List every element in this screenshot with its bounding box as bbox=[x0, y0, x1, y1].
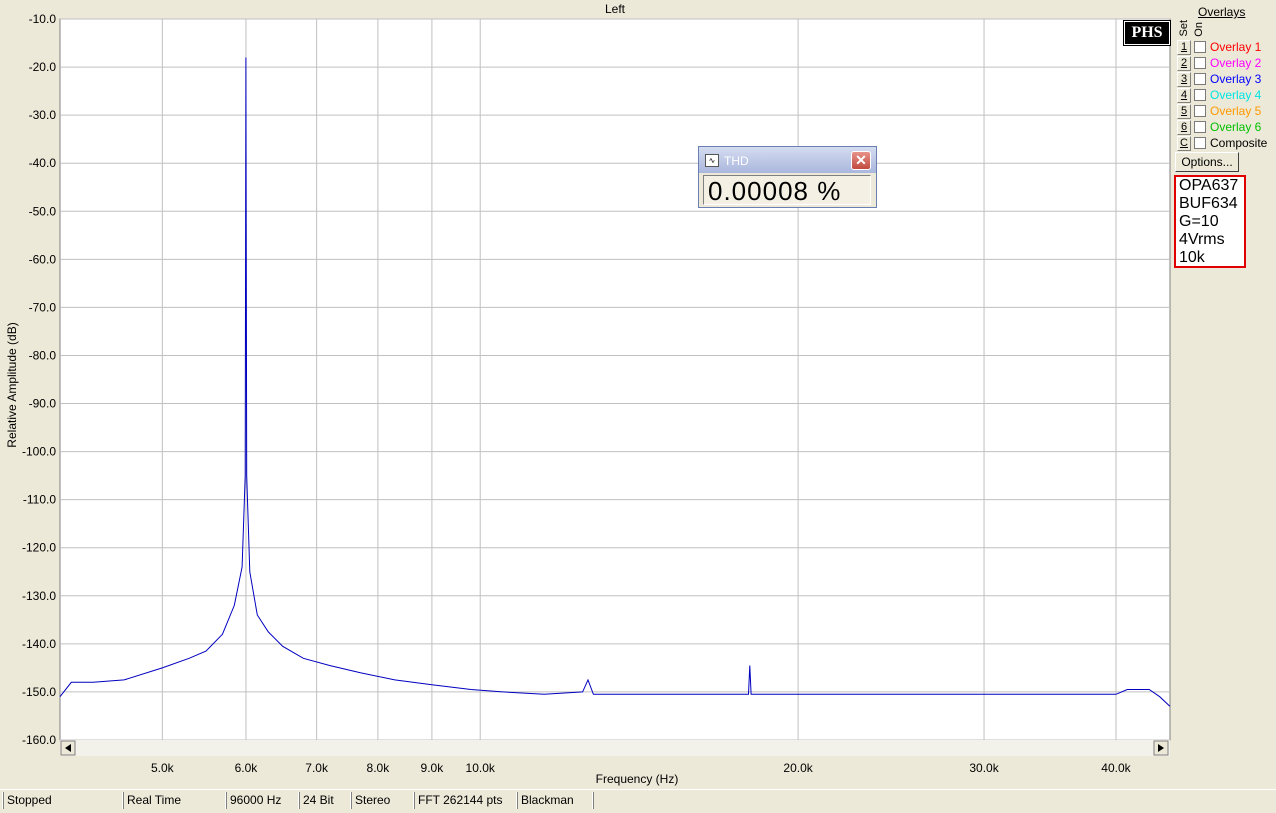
y-tick-label: -30.0 bbox=[29, 108, 57, 122]
overlay-on-checkbox[interactable] bbox=[1194, 41, 1206, 53]
overlay-set-button[interactable]: 5 bbox=[1177, 104, 1191, 119]
y-tick-label: -150.0 bbox=[22, 685, 56, 699]
y-tick-label: -110.0 bbox=[23, 493, 56, 507]
x-tick-label: 10.0k bbox=[466, 761, 496, 775]
y-tick-label: -120.0 bbox=[22, 541, 56, 555]
y-tick-label: -80.0 bbox=[29, 348, 57, 362]
status-bar: Stopped Real Time 96000 Hz 24 Bit Stereo… bbox=[0, 789, 1276, 813]
thd-titlebar[interactable]: ∿ THD ✕ bbox=[699, 147, 876, 173]
overlays-title: Overlays bbox=[1198, 5, 1246, 19]
overlay-on-checkbox[interactable] bbox=[1194, 105, 1206, 117]
overlay-on-checkbox[interactable] bbox=[1194, 89, 1206, 101]
chart-title: Left bbox=[605, 2, 626, 16]
overlay-label[interactable]: Overlay 2 bbox=[1210, 56, 1261, 70]
status-mode: Real Time bbox=[122, 792, 225, 809]
y-tick-label: -90.0 bbox=[29, 397, 57, 411]
status-fft-size: FFT 262144 pts bbox=[413, 792, 516, 809]
overlay-on-checkbox[interactable] bbox=[1194, 121, 1206, 133]
notes-box[interactable]: OPA637 BUF634 G=10 4Vrms 10k bbox=[1174, 175, 1246, 268]
y-tick-label: -70.0 bbox=[29, 300, 57, 314]
options-button[interactable]: Options... bbox=[1175, 152, 1239, 172]
x-tick-label: 40.0k bbox=[1101, 761, 1131, 775]
overlay-set-button[interactable]: 1 bbox=[1177, 40, 1191, 55]
notes-line: 4Vrms bbox=[1179, 231, 1225, 248]
status-empty bbox=[592, 792, 1274, 809]
notes-line: G=10 bbox=[1179, 213, 1219, 230]
overlay-set-button[interactable]: 6 bbox=[1177, 120, 1191, 135]
y-tick-label: -130.0 bbox=[22, 589, 56, 603]
status-sample-rate: 96000 Hz bbox=[225, 792, 298, 809]
x-tick-label: 9.0k bbox=[421, 761, 445, 775]
overlay-on-checkbox[interactable] bbox=[1194, 137, 1206, 149]
overlay-label[interactable]: Overlay 6 bbox=[1210, 120, 1261, 134]
x-tick-label: 8.0k bbox=[367, 761, 391, 775]
scrollbar-track[interactable] bbox=[60, 740, 1170, 756]
on-column-header: On bbox=[1193, 22, 1205, 37]
x-tick-label: 20.0k bbox=[783, 761, 813, 775]
status-channels: Stereo bbox=[350, 792, 413, 809]
x-axis-label: Frequency (Hz) bbox=[596, 772, 679, 786]
thd-value: 0.00008 % bbox=[703, 175, 871, 206]
set-column-header: Set bbox=[1178, 20, 1190, 37]
x-tick-label: 7.0k bbox=[305, 761, 329, 775]
overlay-label[interactable]: Overlay 1 bbox=[1210, 40, 1261, 54]
y-tick-label: -100.0 bbox=[22, 445, 56, 459]
plot-area[interactable] bbox=[59, 18, 1171, 741]
overlay-label[interactable]: Overlay 4 bbox=[1210, 88, 1261, 102]
y-tick-label: -50.0 bbox=[29, 204, 57, 218]
overlay-set-button[interactable]: 3 bbox=[1177, 72, 1191, 87]
spectrum-chart[interactable]: -10.0 -20.0 -30.0 -40.0 -50.0 -60.0 -70.0 -80.0… bbox=[0, 0, 1276, 790]
notes-line: 10k bbox=[1179, 249, 1205, 266]
status-bit-depth: 24 Bit bbox=[298, 792, 350, 809]
phs-logo: PHS bbox=[1123, 20, 1171, 46]
notes-line: OPA637 bbox=[1179, 177, 1239, 194]
notes-line: BUF634 bbox=[1179, 195, 1238, 212]
overlay-label[interactable]: Overlay 3 bbox=[1210, 72, 1261, 86]
status-window: Blackman bbox=[516, 792, 592, 809]
overlay-on-checkbox[interactable] bbox=[1194, 57, 1206, 69]
status-run-state: Stopped bbox=[2, 792, 122, 809]
overlay-label[interactable]: Composite bbox=[1210, 136, 1267, 150]
overlay-set-button[interactable]: 2 bbox=[1177, 56, 1191, 71]
y-tick-label: -140.0 bbox=[22, 637, 56, 651]
y-tick-label: -40.0 bbox=[29, 156, 57, 170]
waveform-icon: ∿ bbox=[705, 154, 719, 167]
x-tick-label: 30.0k bbox=[969, 761, 999, 775]
x-tick-label: 6.0k bbox=[235, 761, 259, 775]
y-tick-label: -10.0 bbox=[29, 12, 57, 26]
y-tick-label: -160.0 bbox=[22, 733, 56, 747]
overlay-set-button[interactable]: 4 bbox=[1177, 88, 1191, 103]
y-axis-label: Relative Amplitude (dB) bbox=[5, 322, 19, 447]
overlay-on-checkbox[interactable] bbox=[1194, 73, 1206, 85]
close-icon[interactable]: ✕ bbox=[851, 151, 871, 170]
overlay-set-button[interactable]: C bbox=[1177, 136, 1191, 151]
y-tick-label: -60.0 bbox=[29, 252, 57, 266]
thd-title: THD bbox=[724, 154, 749, 168]
overlay-label[interactable]: Overlay 5 bbox=[1210, 104, 1261, 118]
x-tick-label: 5.0k bbox=[151, 761, 175, 775]
y-tick-label: -20.0 bbox=[29, 60, 57, 74]
thd-window[interactable]: ∿ THD ✕ 0.00008 % bbox=[698, 146, 877, 208]
